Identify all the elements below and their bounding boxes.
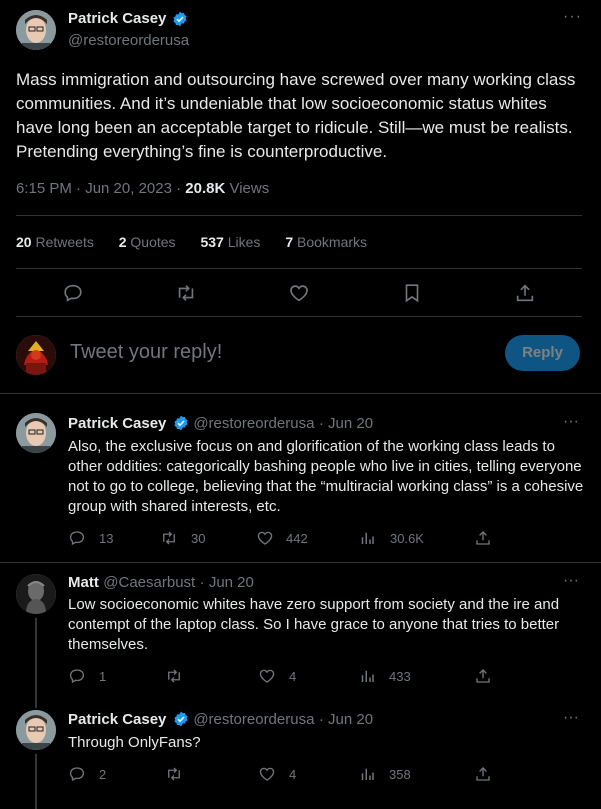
tweet-timestamp[interactable]: 6:15 PM · Jun 20, 2023 ·: [16, 180, 185, 197]
more-options-icon[interactable]: ···: [563, 709, 579, 727]
reply-avatar[interactable]: [16, 574, 56, 614]
reply-author-name[interactable]: Patrick Casey: [68, 415, 166, 432]
views-icon[interactable]: [358, 667, 376, 685]
reply-header: Matt @Caesarbust · Jun 20: [68, 574, 254, 592]
reply-date[interactable]: · Jun 20: [319, 415, 373, 432]
views-count: 433: [389, 669, 411, 684]
reply-author-handle[interactable]: @restoreorderusa: [193, 415, 314, 432]
reply-text: Low socioeconomic whites have zero suppo…: [68, 596, 560, 653]
share-icon[interactable]: [474, 667, 492, 685]
reply-header: Patrick Casey @restoreorderusa · Jun 20: [68, 711, 373, 729]
reply-date[interactable]: · Jun 20: [200, 574, 254, 591]
reply-count: 1: [99, 669, 107, 684]
thread-line: [35, 618, 37, 708]
share-icon[interactable]: [474, 765, 492, 783]
verified-badge-icon: [173, 711, 189, 727]
views-icon[interactable]: [358, 529, 376, 547]
verified-badge-icon: [172, 11, 188, 27]
quotes-stat[interactable]: 2 Quotes: [119, 234, 176, 250]
views-count: 358: [389, 767, 411, 782]
like-icon[interactable]: [258, 765, 276, 783]
author-name[interactable]: Patrick Casey: [68, 10, 166, 27]
retweet-icon[interactable]: [165, 667, 183, 685]
reply-date[interactable]: · Jun 20: [319, 711, 373, 728]
like-icon[interactable]: [258, 667, 276, 685]
retweets-stat[interactable]: 20 Retweets: [16, 234, 94, 250]
share-icon[interactable]: [514, 282, 536, 304]
like-count: 4: [289, 669, 297, 684]
reply-header: Patrick Casey @restoreorderusa · Jun 20: [68, 415, 373, 433]
reply-actions: 13 30 442 30.6K: [68, 529, 588, 549]
likes-stat[interactable]: 537 Likes: [200, 234, 260, 250]
reply-text: Also, the exclusive focus on and glorifi…: [68, 438, 584, 515]
verified-badge-icon: [173, 415, 189, 431]
reply-author-handle[interactable]: @Caesarbust: [103, 574, 195, 591]
author-avatar[interactable]: [16, 10, 56, 50]
share-icon[interactable]: [474, 529, 492, 547]
retweet-icon[interactable]: [175, 282, 197, 304]
reply-icon[interactable]: [68, 667, 86, 685]
retweet-icon[interactable]: [160, 529, 178, 547]
reply-count: 2: [99, 767, 107, 782]
reply-avatar[interactable]: [16, 710, 56, 750]
more-options-icon[interactable]: ···: [563, 572, 579, 590]
engagement-stats: 20 Retweets 2 Quotes 537 Likes 7 Bookmar…: [16, 234, 367, 252]
reply-actions: 1 4 433: [68, 667, 588, 687]
view-count: 20.8K: [185, 180, 226, 197]
reply-text: Through OnlyFans?: [68, 734, 201, 751]
more-options-icon[interactable]: ···: [563, 8, 582, 26]
tweet-meta: 6:15 PM · Jun 20, 2023 · 20.8K Views: [16, 180, 269, 197]
like-count: 4: [289, 767, 297, 782]
retweet-icon[interactable]: [165, 765, 183, 783]
retweet-count: 30: [191, 531, 206, 546]
thread-line: [35, 754, 37, 809]
reply-author-name[interactable]: Matt: [68, 574, 99, 591]
reply-actions: 2 4 358: [68, 765, 588, 785]
reply-avatar[interactable]: [16, 413, 56, 453]
user-avatar[interactable]: [16, 335, 56, 375]
reply-icon[interactable]: [62, 282, 84, 304]
view-label: Views: [225, 180, 270, 197]
reply-icon[interactable]: [68, 765, 86, 783]
reply-button[interactable]: Reply: [505, 335, 580, 371]
reply-input[interactable]: Tweet your reply!: [70, 341, 222, 364]
reply-icon[interactable]: [68, 529, 86, 547]
bookmark-icon[interactable]: [401, 282, 423, 304]
like-count: 442: [286, 531, 308, 546]
reply-author-handle[interactable]: @restoreorderusa: [193, 711, 314, 728]
views-icon[interactable]: [358, 765, 376, 783]
reply-count: 13: [99, 531, 114, 546]
like-icon[interactable]: [256, 529, 274, 547]
more-options-icon[interactable]: ···: [563, 413, 579, 431]
like-icon[interactable]: [288, 282, 310, 304]
tweet-text: Mass immigration and outsourcing have sc…: [16, 70, 576, 161]
bookmarks-stat[interactable]: 7 Bookmarks: [285, 234, 367, 250]
reply-author-name[interactable]: Patrick Casey: [68, 711, 166, 728]
author-handle[interactable]: @restoreorderusa: [68, 32, 189, 49]
views-count: 30.6K: [390, 531, 424, 546]
